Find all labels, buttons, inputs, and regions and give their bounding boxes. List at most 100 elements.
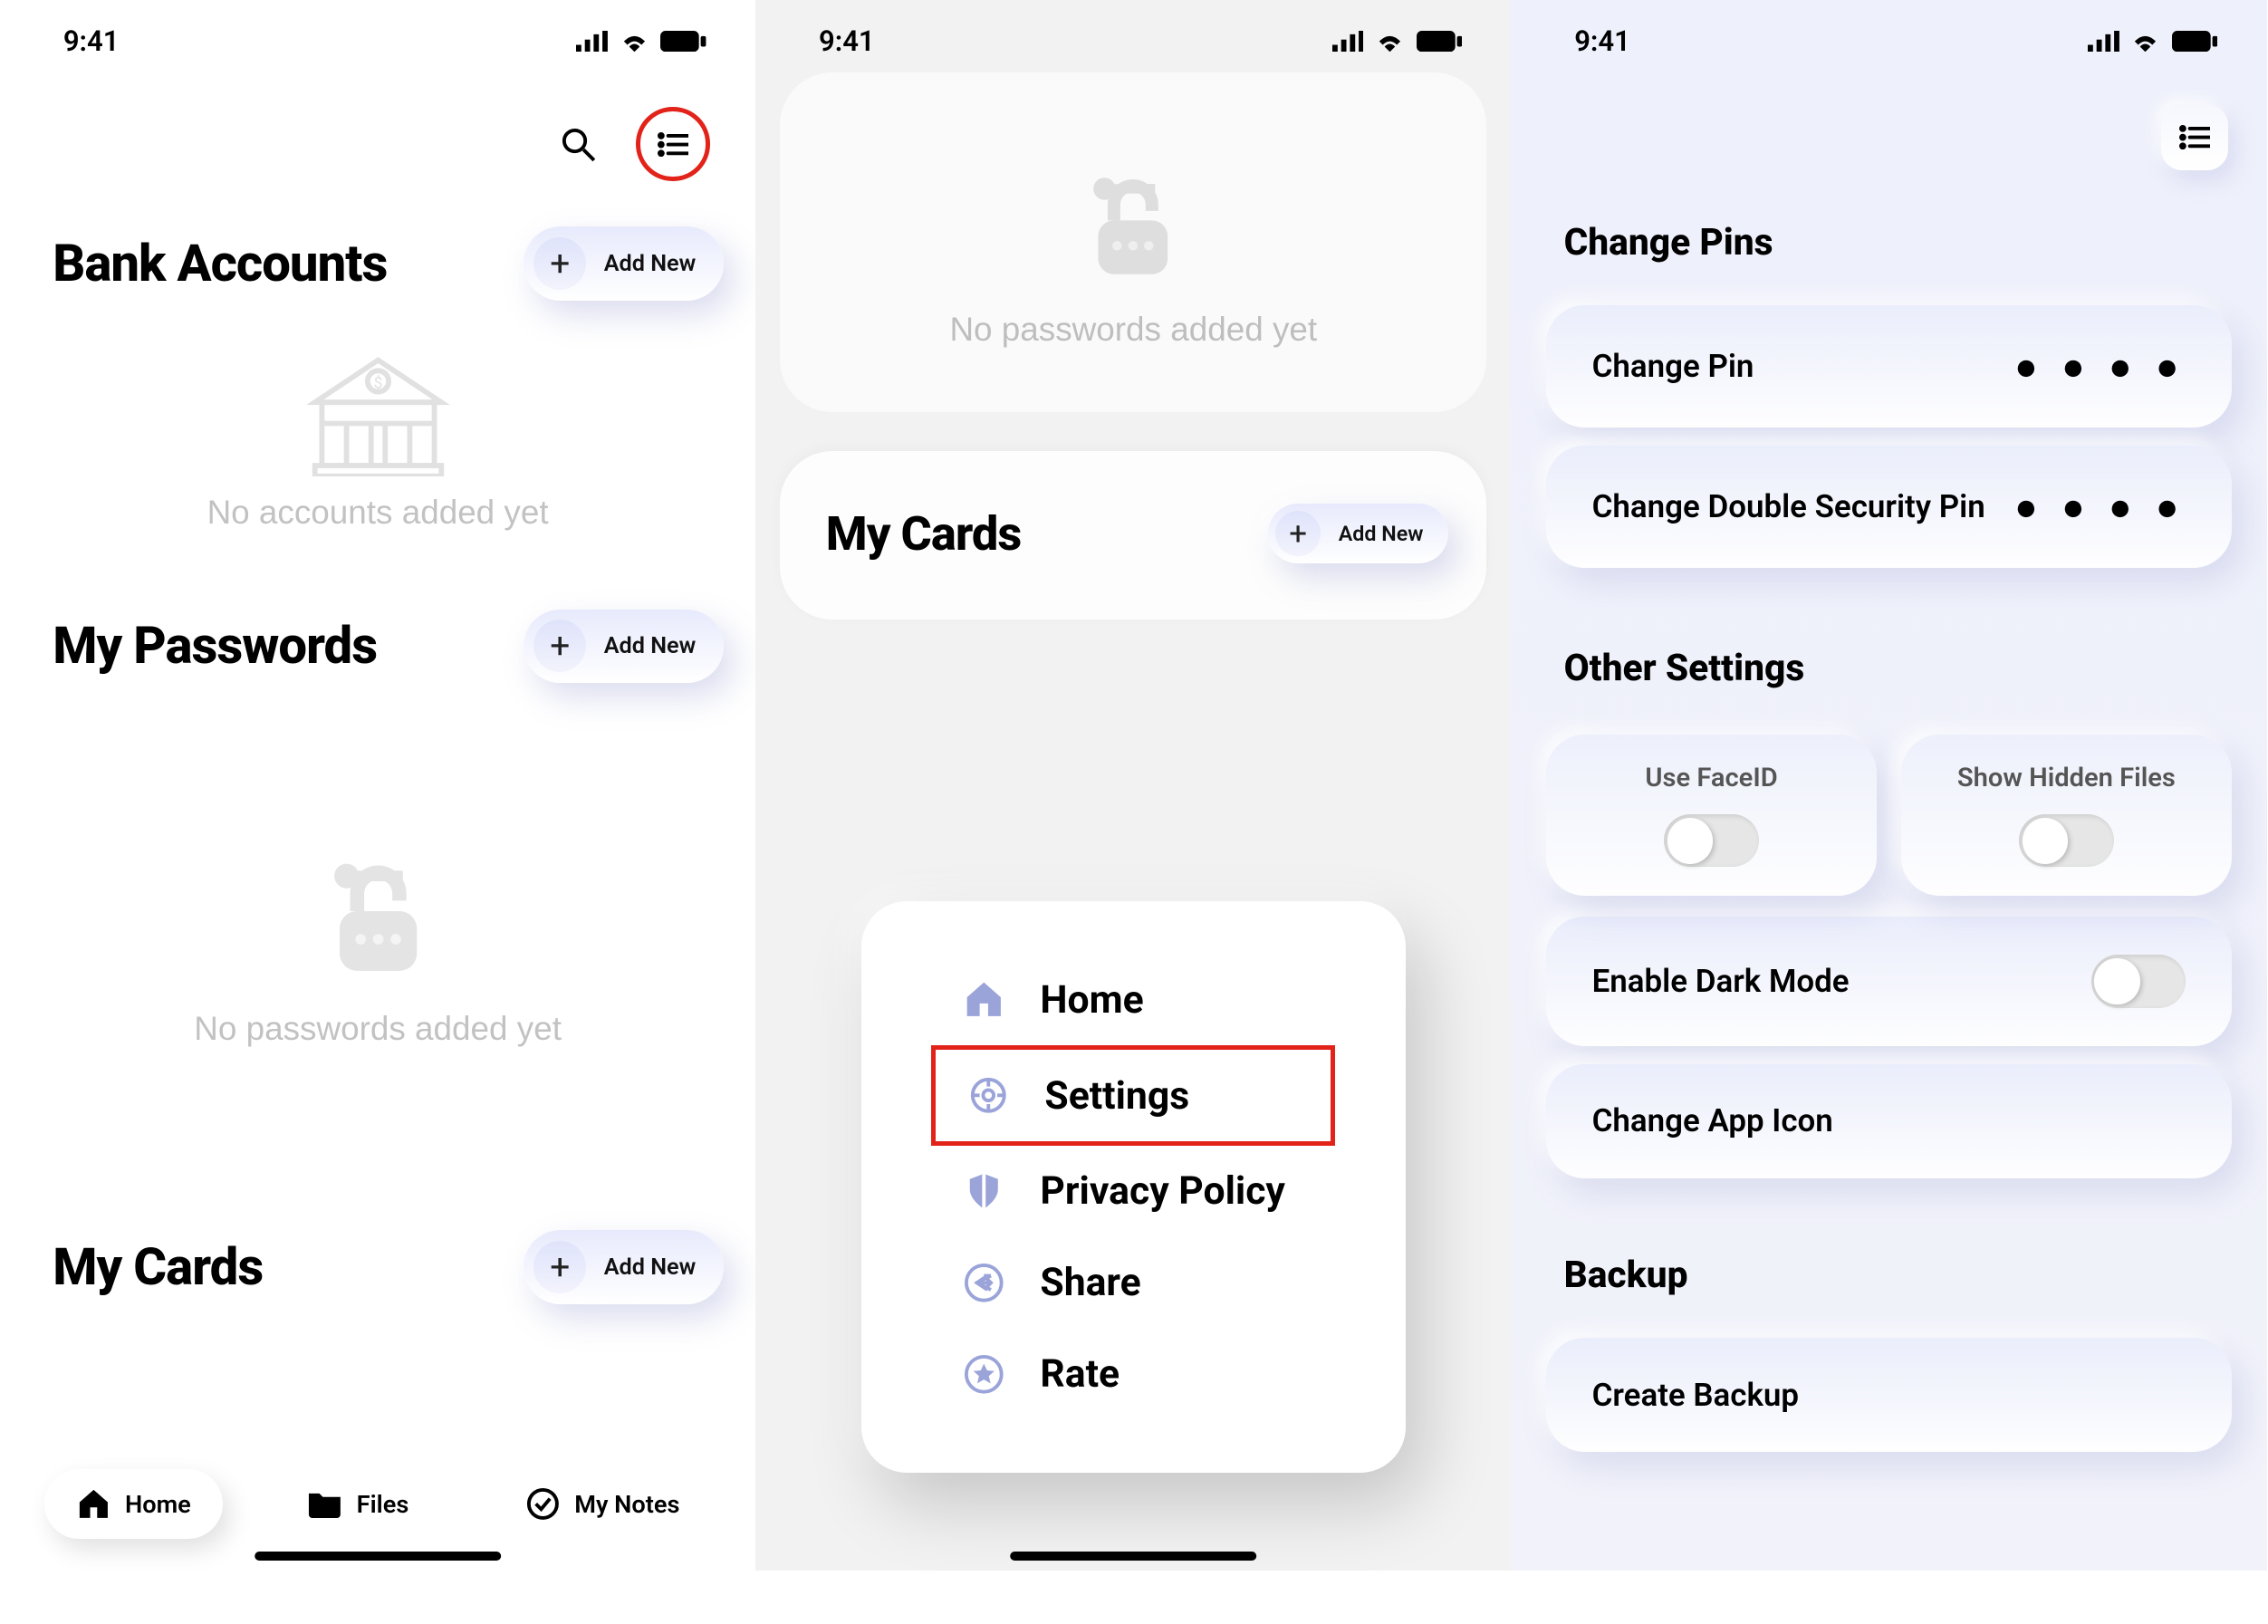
row-dark-mode[interactable]: Enable Dark Mode	[1546, 917, 2232, 1047]
passwords-empty-state: No passwords added yet	[780, 82, 1486, 395]
menu-button[interactable]	[2161, 104, 2228, 171]
menu-rate-label: Rate	[1040, 1351, 1120, 1397]
tab-home[interactable]: Home	[44, 1469, 223, 1540]
row-create-backup[interactable]: Create Backup	[1546, 1338, 2232, 1452]
wifi-icon	[1374, 31, 1406, 52]
tab-home-label: Home	[125, 1490, 191, 1519]
row-change-pin[interactable]: Change Pin ● ● ● ●	[1546, 305, 2232, 428]
gear-icon	[964, 1071, 1013, 1120]
add-bank-label: Add New	[604, 251, 697, 277]
section-title-cards: My Cards	[53, 1237, 263, 1297]
switch-show-hidden[interactable]	[2019, 814, 2114, 867]
pin-dots: ● ● ● ●	[2014, 344, 2186, 389]
add-password-label: Add New	[604, 633, 697, 659]
cellular-icon	[2088, 31, 2119, 52]
menu-item-privacy[interactable]: Privacy Policy	[946, 1146, 1336, 1237]
passwords-empty-state: No passwords added yet	[0, 700, 755, 1170]
change-double-pin-label: Change Double Security Pin	[1592, 488, 1985, 525]
pin-dots: ● ● ● ●	[2014, 485, 2186, 530]
plus-icon: +	[533, 1241, 586, 1293]
menu-privacy-label: Privacy Policy	[1040, 1168, 1285, 1214]
folder-icon	[307, 1490, 342, 1518]
tab-notes[interactable]: My Notes	[494, 1469, 711, 1540]
shield-icon	[959, 1167, 1008, 1216]
passwords-empty-text: No passwords added yet	[194, 1010, 562, 1048]
row-change-app-icon[interactable]: Change App Icon	[1546, 1064, 2232, 1178]
star-icon	[959, 1350, 1008, 1398]
search-icon	[561, 127, 596, 162]
row-change-double-pin[interactable]: Change Double Security Pin ● ● ● ●	[1546, 446, 2232, 568]
bank-empty-text: No accounts added yet	[207, 494, 549, 532]
plus-icon: +	[533, 620, 586, 672]
card-show-hidden[interactable]: Show Hidden Files	[1901, 735, 2232, 896]
lock-key-icon	[308, 851, 448, 992]
section-title-passwords: My Passwords	[53, 616, 377, 676]
add-card-label: Add New	[604, 1254, 697, 1281]
menu-share-label: Share	[1040, 1260, 1140, 1305]
status-indicators	[2088, 31, 2218, 52]
list-icon	[2179, 125, 2211, 149]
create-backup-label: Create Backup	[1592, 1377, 1799, 1414]
home-icon	[76, 1486, 111, 1522]
section-cards-header: My Cards + Add New	[0, 1171, 755, 1322]
section-bank-header: Bank Accounts + Add New	[0, 195, 755, 318]
add-card-button[interactable]: + Add New	[1268, 504, 1447, 563]
status-bar: 9:41	[0, 0, 755, 72]
tab-files-label: Files	[357, 1490, 409, 1519]
search-button[interactable]	[548, 114, 608, 174]
add-card-button[interactable]: + Add New	[524, 1230, 725, 1303]
lock-key-icon	[1070, 167, 1196, 293]
menu-home-label: Home	[1040, 977, 1143, 1023]
dark-mode-label: Enable Dark Mode	[1592, 963, 1850, 1000]
cards-section-bg: My Cards + Add New	[780, 451, 1486, 620]
wifi-icon	[2129, 31, 2161, 52]
switch-faceid[interactable]	[1664, 814, 1759, 867]
menu-button-highlight	[636, 107, 709, 180]
screen-home: 9:41 Bank Accounts + Add New $	[0, 0, 755, 1571]
section-title-bank: Bank Accounts	[53, 234, 387, 293]
heading-backup: Backup	[1511, 1196, 2266, 1320]
menu-button[interactable]	[643, 114, 703, 174]
status-time: 9:41	[1574, 24, 1630, 58]
tab-notes-label: My Notes	[574, 1490, 679, 1519]
battery-icon	[2172, 31, 2217, 52]
status-indicators	[576, 31, 706, 52]
list-icon	[658, 132, 689, 157]
screen-menu-open: 9:41 No passwords added yet My Cards + A…	[755, 0, 1511, 1571]
status-bar: 9:41	[755, 0, 1511, 72]
home-indicator[interactable]	[255, 1552, 501, 1561]
plus-icon: +	[533, 237, 586, 290]
section-cards-header: My Cards + Add New	[780, 451, 1486, 602]
notes-icon	[525, 1486, 561, 1522]
screen-settings: 9:41 Change Pins Change Pin ● ● ● ● Chan…	[1511, 0, 2266, 1571]
show-hidden-label: Show Hidden Files	[1957, 763, 2176, 793]
plus-icon: +	[1275, 511, 1321, 556]
home-icon	[959, 975, 1008, 1024]
status-indicators	[1332, 31, 1463, 52]
share-icon	[959, 1258, 1008, 1307]
passwords-section-bg: No passwords added yet	[780, 72, 1486, 413]
switch-dark-mode[interactable]	[2091, 955, 2186, 1007]
passwords-empty-text: No passwords added yet	[949, 311, 1317, 349]
menu-item-settings[interactable]: Settings	[931, 1045, 1335, 1146]
battery-icon	[660, 31, 706, 52]
change-pin-label: Change Pin	[1592, 348, 1754, 385]
tab-bar: Home Files My Notes	[0, 1469, 755, 1540]
wifi-icon	[619, 31, 650, 52]
top-toolbar	[1511, 72, 2266, 178]
card-use-faceid[interactable]: Use FaceID	[1546, 735, 1877, 896]
home-indicator[interactable]	[1010, 1552, 1256, 1561]
status-time: 9:41	[819, 24, 875, 58]
heading-change-pins: Change Pins	[1511, 178, 2266, 288]
menu-item-rate[interactable]: Rate	[946, 1329, 1336, 1420]
tab-files[interactable]: Files	[275, 1472, 440, 1536]
menu-item-share[interactable]: Share	[946, 1237, 1336, 1329]
add-bank-button[interactable]: + Add New	[524, 226, 725, 300]
toggle-row: Use FaceID Show Hidden Files	[1546, 735, 2232, 896]
change-app-icon-label: Change App Icon	[1592, 1102, 1833, 1139]
status-time: 9:41	[63, 24, 120, 58]
add-card-label: Add New	[1339, 521, 1424, 546]
add-password-button[interactable]: + Add New	[524, 610, 725, 683]
menu-item-home[interactable]: Home	[946, 954, 1336, 1045]
status-bar: 9:41	[1511, 0, 2266, 72]
